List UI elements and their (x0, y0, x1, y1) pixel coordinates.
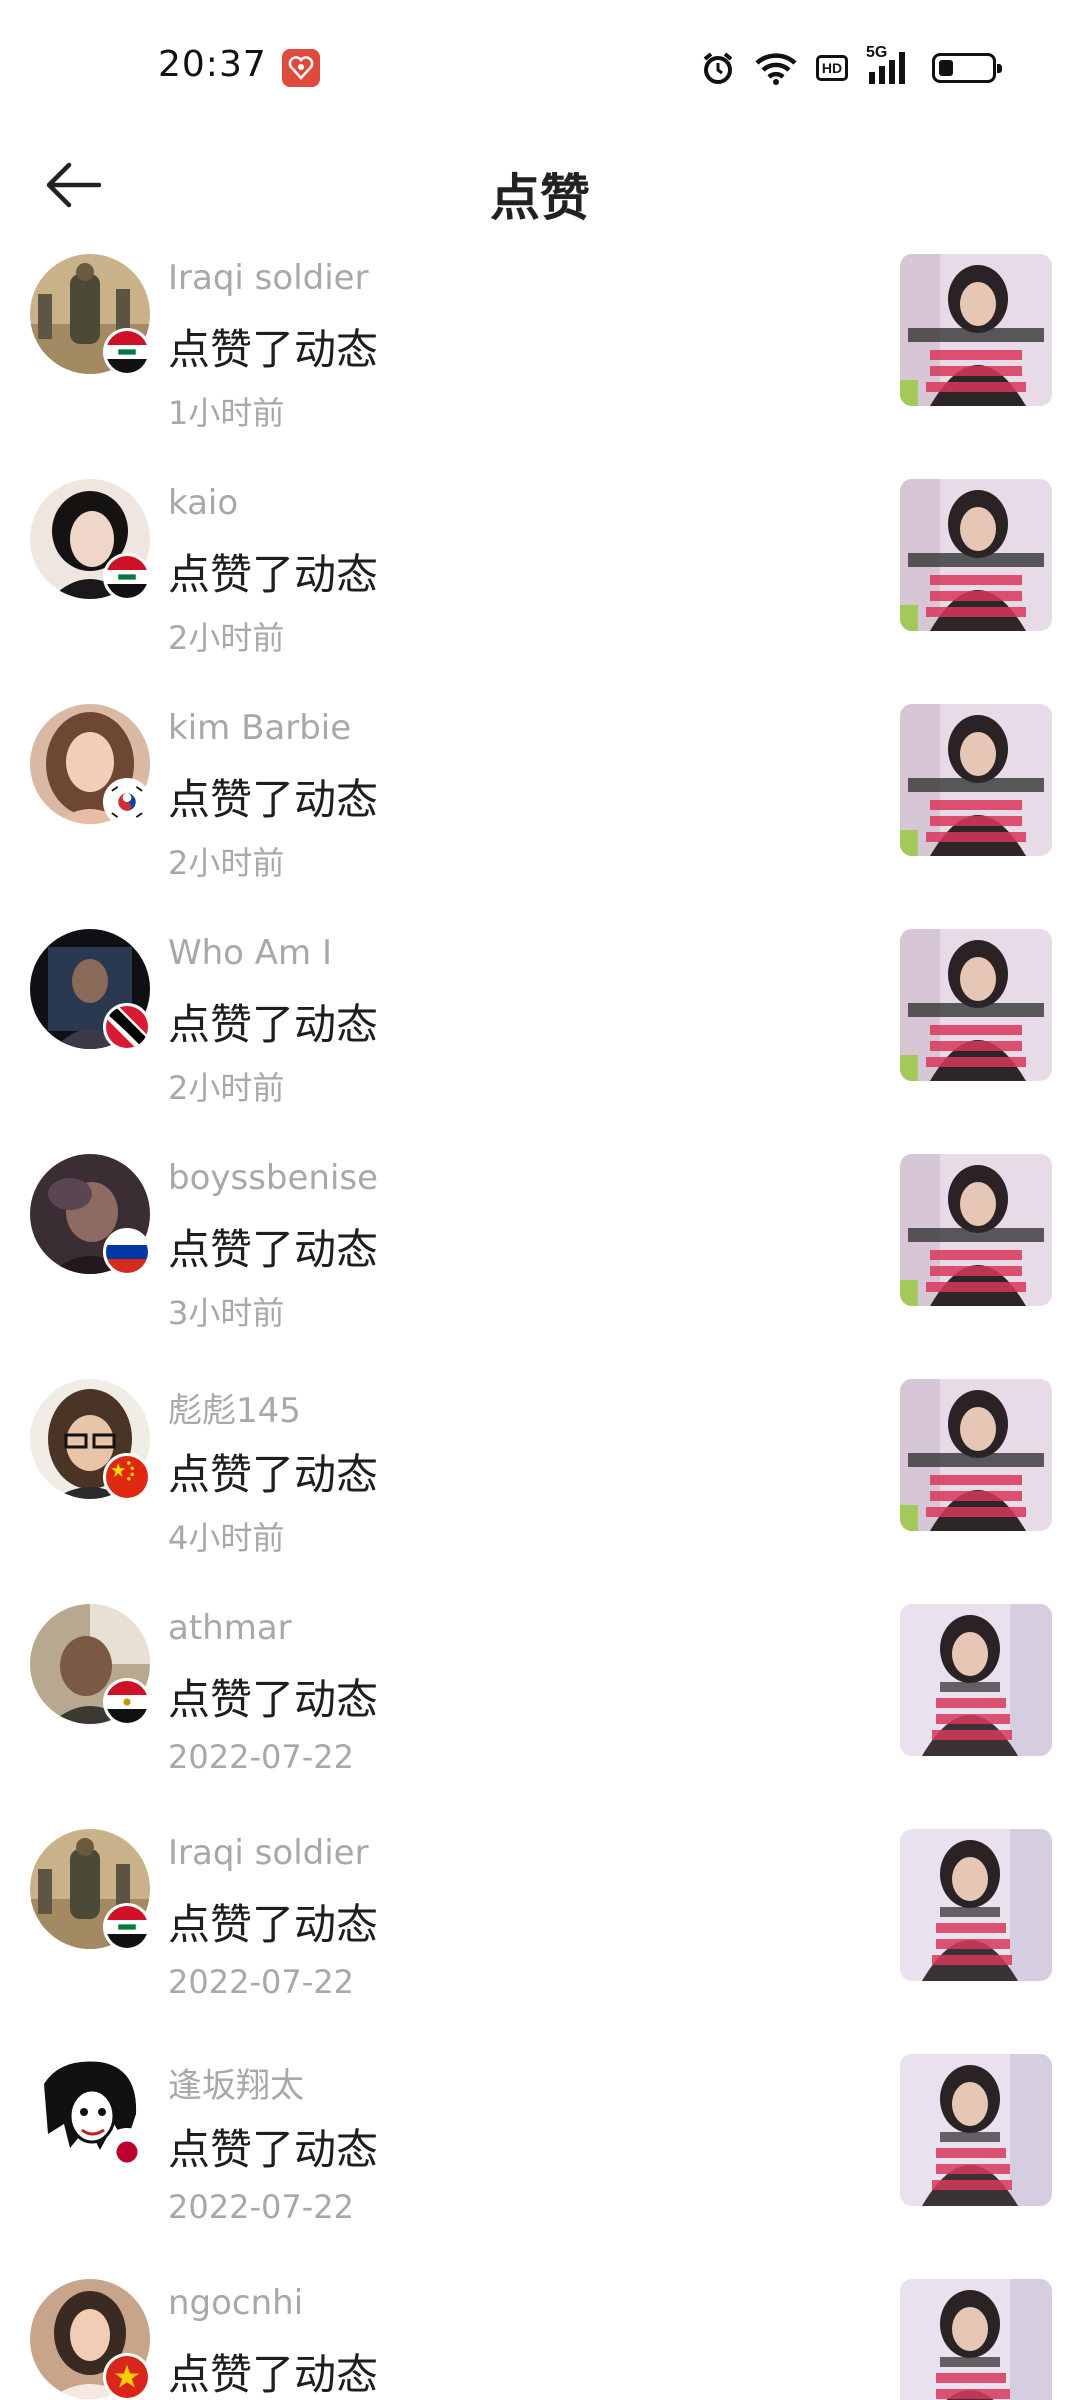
action-text: 点赞了动态 (168, 1450, 379, 1499)
flag-vietnam-icon (103, 2353, 151, 2400)
status-icons: HD 5G (700, 44, 1002, 88)
flag-south-korea-icon (103, 778, 151, 826)
timestamp: 2022-07-22 (168, 2188, 354, 2226)
list-item[interactable]: kim Barbie 点赞了动态 2小时前 (0, 690, 1080, 915)
list-item[interactable]: Iraqi soldier 点赞了动态 1小时前 (0, 240, 1080, 465)
list-item[interactable]: 逢坂翔太 点赞了动态 2022-07-22 (0, 2040, 1080, 2265)
username[interactable]: athmar (168, 1608, 292, 1648)
battery-icon (932, 53, 1002, 83)
5g-signal-icon: 5G (866, 44, 914, 86)
post-thumbnail[interactable] (900, 2054, 1052, 2206)
alarm-icon (700, 50, 736, 86)
hd-icon: HD (816, 55, 848, 81)
timestamp: 2小时前 (168, 844, 285, 882)
username[interactable]: 逢坂翔太 (168, 2058, 304, 2107)
post-thumbnail[interactable] (900, 1379, 1052, 1531)
likes-list: Iraqi soldier 点赞了动态 1小时前 kaio 点赞了动态 2小时前… (0, 240, 1080, 2400)
list-item[interactable]: Who Am I 点赞了动态 2小时前 (0, 915, 1080, 1140)
app-notification-icon (282, 49, 320, 87)
post-thumbnail[interactable] (900, 704, 1052, 856)
status-time: 20:37 (158, 44, 267, 85)
list-item[interactable]: Iraqi soldier 点赞了动态 2022-07-22 (0, 1815, 1080, 2040)
action-text: 点赞了动态 (168, 775, 379, 824)
flag-trinidad-and-tobago-icon (103, 1003, 151, 1051)
hd-label: HD (816, 55, 848, 81)
status-bar: 20:37 HD 5G (0, 0, 1080, 130)
username[interactable]: 彪彪145 (168, 1383, 301, 1432)
list-item[interactable]: athmar 点赞了动态 2022-07-22 (0, 1590, 1080, 1815)
timestamp: 4小时前 (168, 1519, 285, 1557)
page-title: 点赞 (490, 169, 590, 227)
action-text: 点赞了动态 (168, 2125, 379, 2174)
username[interactable]: ngocnhi (168, 2283, 303, 2323)
header: 点赞 (0, 130, 1080, 240)
wifi-icon (754, 51, 798, 85)
action-text: 点赞了动态 (168, 2350, 379, 2399)
flag-china-icon (103, 1453, 151, 1501)
username[interactable]: kim Barbie (168, 708, 351, 748)
flag-iraq-icon (103, 328, 151, 376)
action-text: 点赞了动态 (168, 550, 379, 599)
list-item[interactable]: 彪彪145 点赞了动态 4小时前 (0, 1365, 1080, 1590)
flag-iraq-icon (103, 553, 151, 601)
action-text: 点赞了动态 (168, 1900, 379, 1949)
username[interactable]: kaio (168, 483, 238, 523)
list-item[interactable]: ngocnhi 点赞了动态 (0, 2265, 1080, 2400)
action-text: 点赞了动态 (168, 325, 379, 374)
timestamp: 3小时前 (168, 1294, 285, 1332)
action-text: 点赞了动态 (168, 1225, 379, 1274)
post-thumbnail[interactable] (900, 929, 1052, 1081)
username[interactable]: Iraqi soldier (168, 1833, 369, 1873)
timestamp: 1小时前 (168, 394, 285, 432)
post-thumbnail[interactable] (900, 479, 1052, 631)
action-text: 点赞了动态 (168, 1000, 379, 1049)
post-thumbnail[interactable] (900, 1604, 1052, 1756)
flag-japan-icon (103, 2128, 151, 2176)
timestamp: 2022-07-22 (168, 1738, 354, 1776)
flag-iraq-icon (103, 1903, 151, 1951)
username[interactable]: boyssbenise (168, 1158, 378, 1198)
post-thumbnail[interactable] (900, 2279, 1052, 2400)
action-text: 点赞了动态 (168, 1675, 379, 1724)
username[interactable]: Who Am I (168, 933, 332, 973)
timestamp: 2小时前 (168, 619, 285, 657)
flag-egypt-icon (103, 1678, 151, 1726)
flag-russia-icon (103, 1228, 151, 1276)
post-thumbnail[interactable] (900, 254, 1052, 406)
username[interactable]: Iraqi soldier (168, 258, 369, 298)
timestamp: 2022-07-22 (168, 1963, 354, 2001)
timestamp: 2小时前 (168, 1069, 285, 1107)
post-thumbnail[interactable] (900, 1154, 1052, 1306)
list-item[interactable]: boyssbenise 点赞了动态 3小时前 (0, 1140, 1080, 1365)
post-thumbnail[interactable] (900, 1829, 1052, 1981)
list-item[interactable]: kaio 点赞了动态 2小时前 (0, 465, 1080, 690)
